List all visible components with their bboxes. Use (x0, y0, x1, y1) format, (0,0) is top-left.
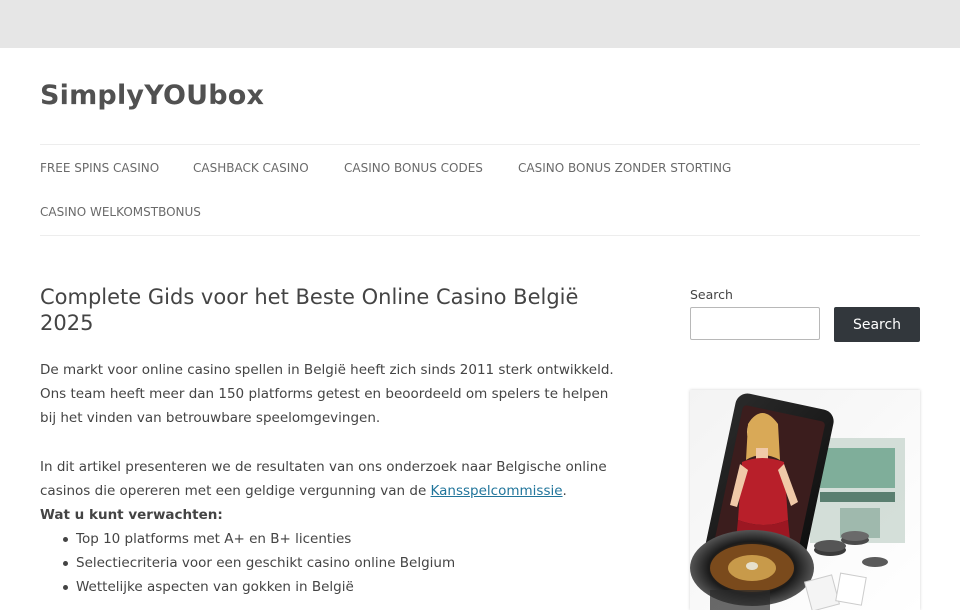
bullet-dot (63, 537, 68, 542)
list-item: Top 10 platforms met A+ en B+ licenties (40, 527, 455, 551)
expect-heading: Wat u kunt verwachten: (40, 507, 223, 523)
article-intro: De markt voor online casino spellen in B… (40, 362, 614, 426)
casino-illustration (690, 390, 920, 610)
casino-promo-image[interactable] (690, 390, 920, 610)
list-item-text: Wettelijke aspecten van gokken in België (76, 579, 354, 595)
site-title[interactable]: SimplyYOUbox (40, 78, 264, 114)
search-button[interactable]: Search (834, 307, 920, 342)
page-container: SimplyYOUbox FREE SPINS CASINO CASHBACK … (0, 48, 960, 610)
search-input[interactable] (690, 307, 820, 340)
article-title: Complete Gids voor het Beste Online Casi… (40, 285, 579, 335)
list-item-text: Top 10 platforms met A+ en B+ licenties (76, 531, 352, 547)
bullet-dot (63, 561, 68, 566)
bullet-dot (63, 585, 68, 590)
nav-item-cashback-casino[interactable]: CASHBACK CASINO (193, 160, 309, 176)
main-navigation: FREE SPINS CASINO CASHBACK CASINO CASINO… (40, 144, 920, 236)
paragraph-2-end: . (562, 483, 567, 499)
article-paragraph-2: In dit artikel presenteren we de resulta… (40, 455, 620, 503)
nav-item-casino-bonus-codes[interactable]: CASINO BONUS CODES (344, 160, 483, 176)
nav-item-casino-welkomstbonus[interactable]: CASINO WELKOMSTBONUS (40, 204, 201, 220)
list-item: Wettelijke aspecten van gokken in België (40, 575, 455, 599)
search-label: Search (690, 287, 733, 302)
list-item-text: Selectiecriteria voor een geschikt casin… (76, 555, 456, 571)
list-item: Selectiecriteria voor een geschikt casin… (40, 551, 455, 575)
top-bar (0, 0, 960, 48)
kansspelcommissie-link[interactable]: Kansspelcommissie (431, 483, 563, 499)
nav-item-free-spins-casino[interactable]: FREE SPINS CASINO (40, 160, 159, 176)
nav-item-casino-bonus-zonder-storting[interactable]: CASINO BONUS ZONDER STORTING (518, 160, 731, 176)
expect-list: Top 10 platforms met A+ en B+ licenties … (40, 527, 455, 599)
